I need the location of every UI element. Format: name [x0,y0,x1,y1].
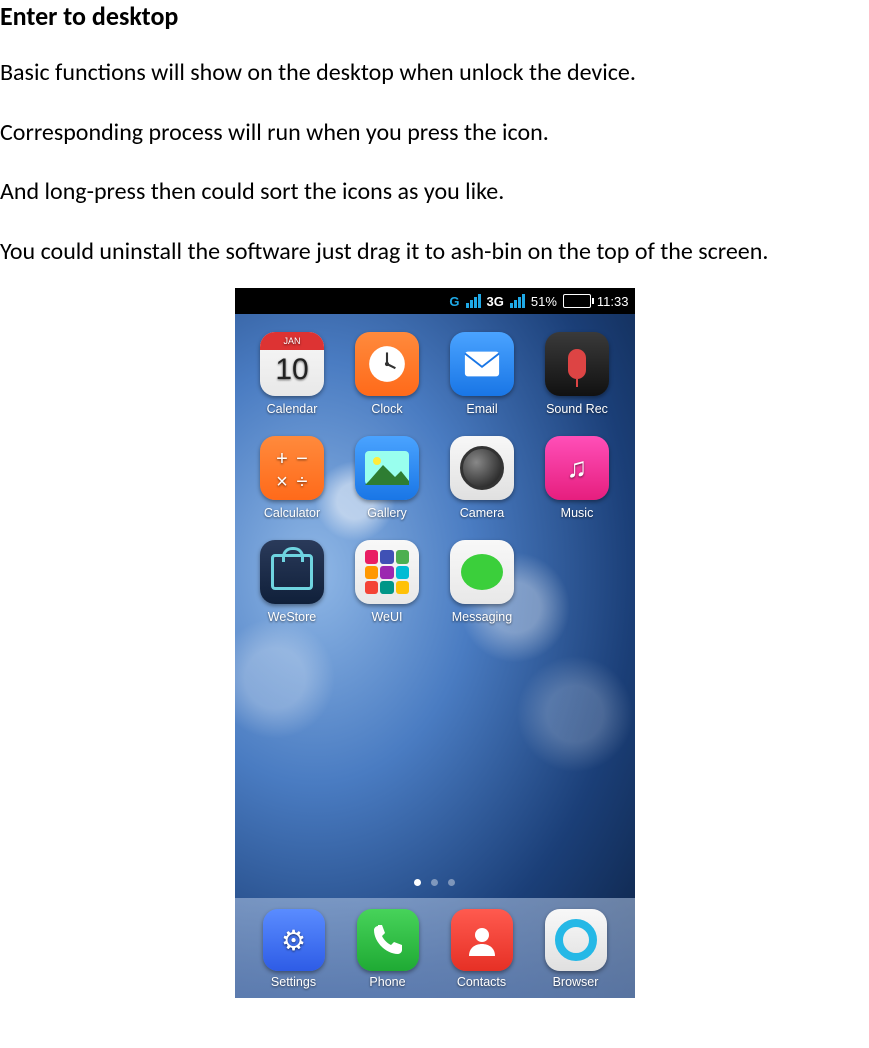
signal-icon [466,294,481,308]
doc-para-1: Basic functions will show on the desktop… [0,50,869,96]
doc-para-4: You could uninstall the software just dr… [0,229,869,275]
dock: ⚙ Settings Phone Contacts [235,898,635,998]
weui-icon [355,540,419,604]
app-label: Gallery [367,506,407,520]
dock-browser[interactable]: Browser [529,909,623,989]
bag-icon [260,540,324,604]
phone-screenshot: G 3G 51% 11:33 JAN 10 Calendar [235,288,635,998]
page-dot-active [414,879,421,886]
app-messaging[interactable]: Messaging [439,540,526,624]
app-camera[interactable]: Camera [439,436,526,520]
app-label: Sound Rec [546,402,608,416]
status-bar: G 3G 51% 11:33 [235,288,635,314]
contacts-icon [451,909,513,971]
app-label: WeStore [268,610,316,624]
page-dot [448,879,455,886]
app-label: Clock [371,402,402,416]
calculator-icon: +−×÷ [260,436,324,500]
app-weui[interactable]: WeUI [344,540,431,624]
app-label: WeUI [371,610,402,624]
app-label: Browser [553,975,599,989]
phone-icon [357,909,419,971]
app-label: Contacts [457,975,506,989]
battery-pct: 51% [531,294,557,309]
microphone-icon [545,332,609,396]
signal-icon-2 [510,294,525,308]
status-time: 11:33 [597,294,629,309]
browser-icon [545,909,607,971]
app-label: Camera [460,506,504,520]
page-indicator [235,879,635,886]
doc-para-2: Corresponding process will run when you … [0,110,869,156]
app-grid: JAN 10 Calendar Clock Email [235,314,635,624]
status-3g: 3G [487,294,504,309]
gallery-icon [355,436,419,500]
app-music[interactable]: ♫ Music [534,436,621,520]
status-g: G [449,294,459,309]
app-sound-rec[interactable]: Sound Rec [534,332,621,416]
music-icon: ♫ [545,436,609,500]
app-label: Messaging [452,610,512,624]
doc-para-3: And long-press then could sort the icons… [0,169,869,215]
page-dot [431,879,438,886]
app-label: Phone [369,975,405,989]
app-clock[interactable]: Clock [344,332,431,416]
battery-icon [563,294,591,308]
app-email[interactable]: Email [439,332,526,416]
clock-icon [355,332,419,396]
app-label: Calendar [267,402,318,416]
app-calculator[interactable]: +−×÷ Calculator [249,436,336,520]
dock-settings[interactable]: ⚙ Settings [247,909,341,989]
app-label: Calculator [264,506,320,520]
app-calendar[interactable]: JAN 10 Calendar [249,332,336,416]
dock-contacts[interactable]: Contacts [435,909,529,989]
app-gallery[interactable]: Gallery [344,436,431,520]
camera-icon [450,436,514,500]
messaging-icon [450,540,514,604]
app-label: Settings [271,975,316,989]
app-westore[interactable]: WeStore [249,540,336,624]
calendar-icon: JAN 10 [260,332,324,396]
app-label: Music [561,506,594,520]
dock-phone[interactable]: Phone [341,909,435,989]
app-label: Email [466,402,497,416]
doc-heading: Enter to desktop [0,0,869,32]
gear-icon: ⚙ [263,909,325,971]
email-icon [450,332,514,396]
